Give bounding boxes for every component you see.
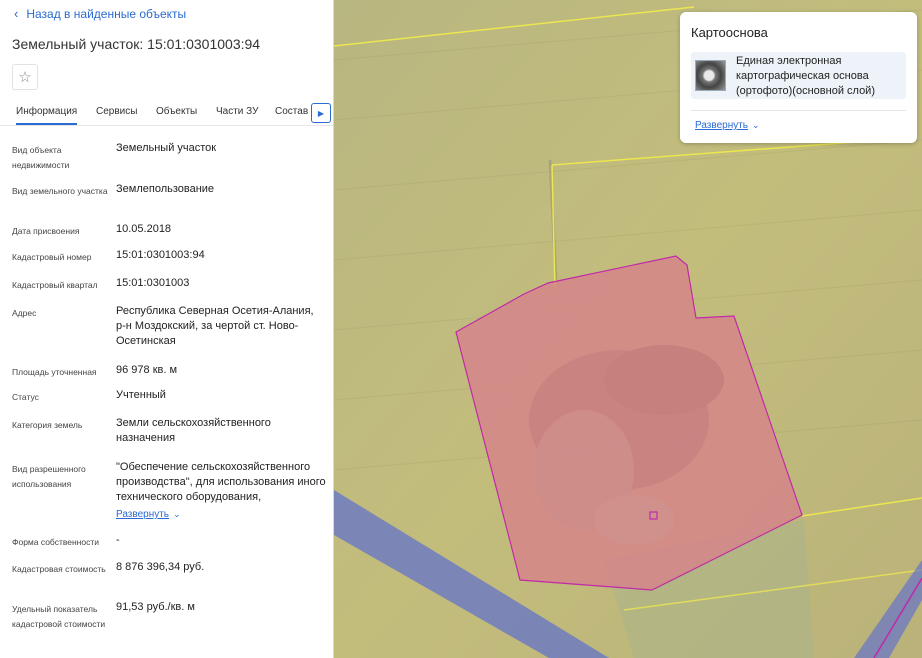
basemap-card: Картооснова Единая электронная картограф… bbox=[680, 12, 917, 143]
property-label: Кадастровый номер bbox=[12, 252, 92, 262]
expand-label: Развернуть bbox=[695, 120, 749, 131]
back-to-results-link[interactable]: ‹ Назад в найденные объекты bbox=[14, 7, 186, 21]
object-info-panel: ‹ Назад в найденные объекты Земельный уч… bbox=[0, 0, 334, 658]
property-label: Статус bbox=[12, 392, 39, 402]
property-value: Земли сельскохозяйственного назначения bbox=[116, 417, 271, 444]
property-value: 10.05.2018 bbox=[116, 223, 172, 235]
expand-label: Развернуть bbox=[116, 509, 170, 520]
basemap-layer-item[interactable]: Единая электронная картографическая осно… bbox=[691, 52, 906, 99]
tab-objects[interactable]: Объекты bbox=[156, 106, 197, 117]
orthophoto-thumbnail bbox=[695, 60, 726, 91]
property-label: Категория земель bbox=[12, 420, 83, 430]
chevron-right-icon: ▶ bbox=[317, 108, 325, 118]
basemap-layer-name: Единая электронная картографическая осно… bbox=[736, 55, 875, 97]
back-link-label: Назад в найденные объекты bbox=[26, 7, 187, 21]
property-value: Республика Северная Осетия-Алания, р-н М… bbox=[116, 305, 314, 347]
tab-information[interactable]: Информация bbox=[16, 106, 78, 125]
property-value: Земельный участок bbox=[116, 142, 217, 154]
tabs-scroll-right-button[interactable]: ▶ bbox=[311, 103, 331, 123]
property-value: Землепользование bbox=[116, 183, 215, 195]
expand-usage-link[interactable]: Развернуть ⌄ bbox=[116, 509, 181, 520]
property-label: Вид объекта недвижимости bbox=[12, 145, 70, 170]
basemap-expand-link[interactable]: Развернуть ⌄ bbox=[695, 120, 760, 131]
property-label: Площадь уточненная bbox=[12, 367, 97, 377]
property-label: Вид земельного участка bbox=[12, 186, 108, 196]
property-label: Вид разрешенного использования bbox=[12, 464, 86, 489]
star-outline-icon: ☆ bbox=[18, 69, 32, 86]
property-value: 91,53 руб./кв. м bbox=[116, 601, 195, 613]
property-value: 15:01:0301003:94 bbox=[116, 249, 205, 261]
tab-services[interactable]: Сервисы bbox=[96, 106, 137, 117]
tab-composition[interactable]: Состав bbox=[275, 106, 308, 117]
property-value: Учтенный bbox=[116, 389, 166, 401]
property-value: - bbox=[116, 534, 120, 546]
page-title: Земельный участок: 15:01:0301003:94 bbox=[12, 36, 261, 52]
chevron-left-icon: ‹ bbox=[14, 6, 19, 21]
favorite-button[interactable]: ☆ bbox=[12, 64, 38, 90]
property-label: Удельный показатель кадастровой стоимост… bbox=[12, 604, 106, 629]
property-value: 8 876 396,34 руб. bbox=[116, 561, 205, 573]
property-label: Адрес bbox=[12, 308, 37, 318]
property-label: Форма собственности bbox=[12, 537, 99, 547]
chevron-down-icon: ⌄ bbox=[173, 509, 181, 519]
tab-bar: Информация Сервисы Объекты Части ЗУ Сост… bbox=[0, 100, 333, 126]
property-value: 15:01:0301003 bbox=[116, 277, 190, 289]
property-label: Кадастровая стоимость bbox=[12, 564, 106, 574]
property-value: "Обеспечение сельскохозяйственного произ… bbox=[116, 461, 326, 503]
chevron-down-icon: ⌄ bbox=[752, 120, 760, 130]
tab-parcel-parts[interactable]: Части ЗУ bbox=[216, 106, 258, 117]
property-label: Кадастровый квартал bbox=[12, 280, 98, 290]
property-value: 96 978 кв. м bbox=[116, 364, 178, 376]
divider bbox=[691, 110, 906, 111]
basemap-title: Картооснова bbox=[691, 25, 768, 40]
property-label: Дата присвоения bbox=[12, 226, 80, 236]
